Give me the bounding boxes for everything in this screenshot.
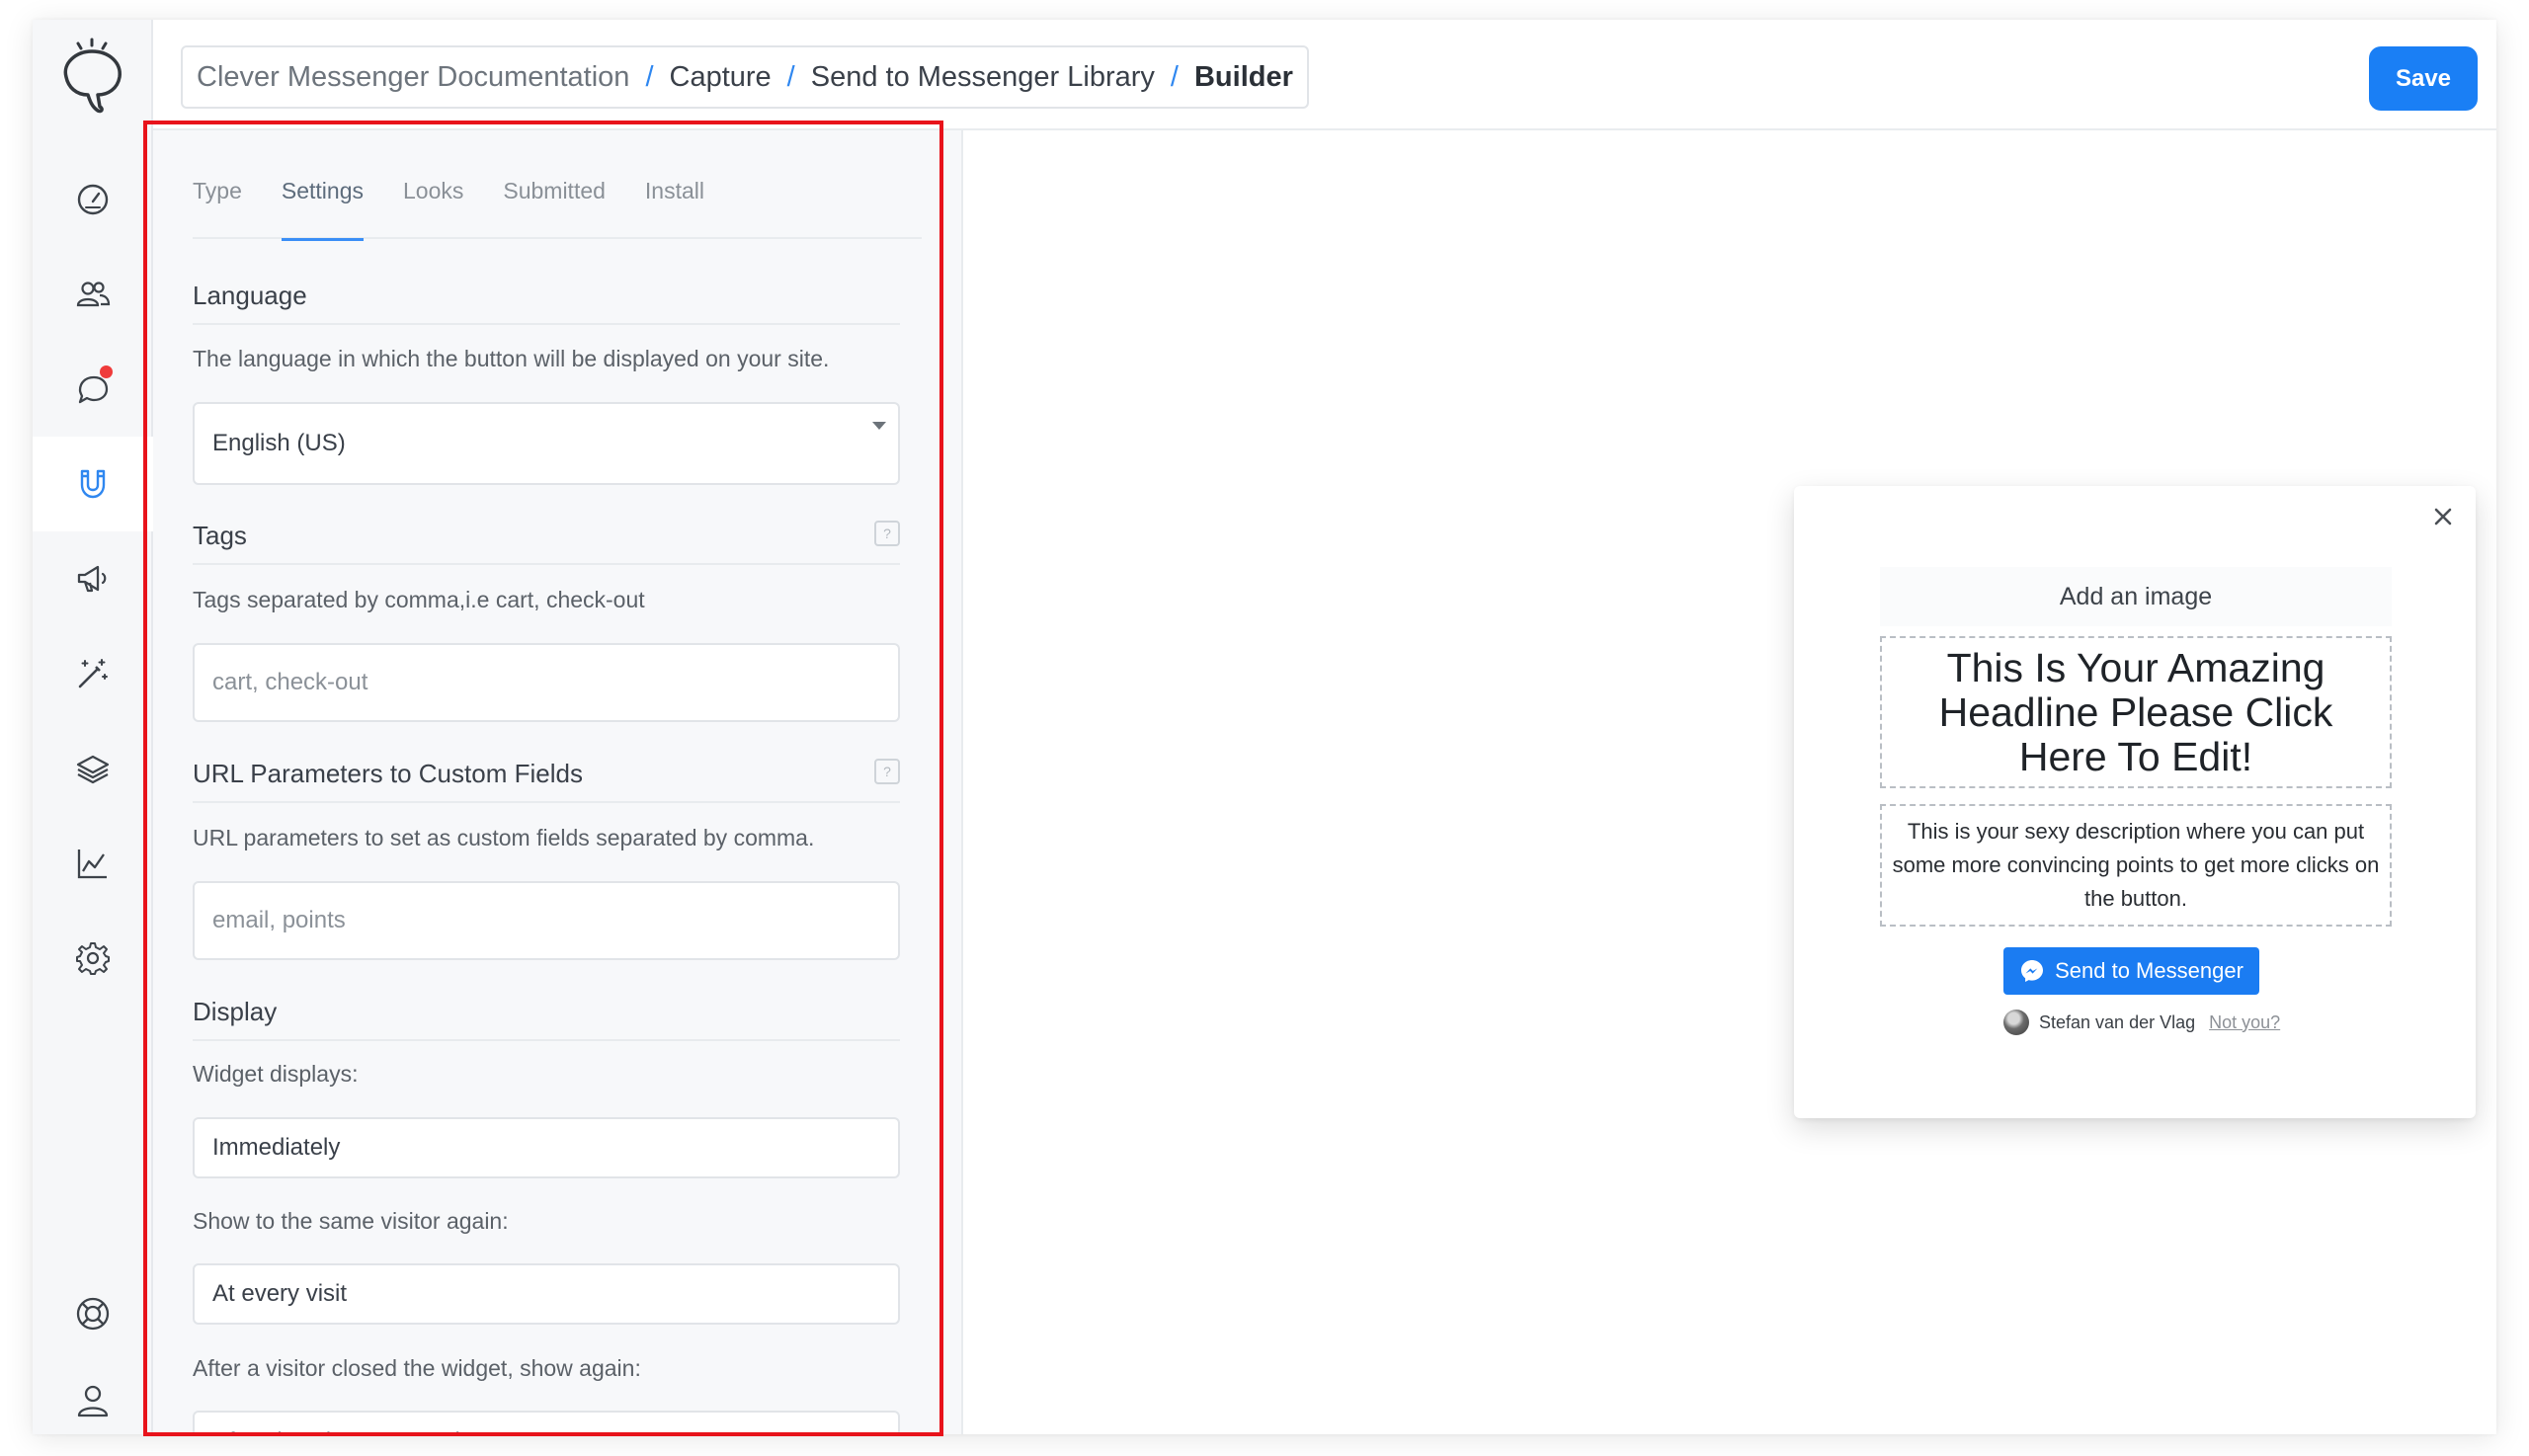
- sidebar-item-inbox[interactable]: [33, 342, 153, 437]
- top-header: Clever Messenger Documentation / Capture…: [153, 20, 2496, 130]
- tags-title-text: Tags: [193, 521, 247, 550]
- after-close-select[interactable]: After days have passed:: [193, 1411, 900, 1434]
- dashboard-gauge-icon: [77, 184, 109, 215]
- sidebar-item-settings[interactable]: [33, 911, 153, 1006]
- send-to-messenger-button[interactable]: Send to Messenger: [2003, 947, 2259, 995]
- avatar: [2003, 1010, 2029, 1035]
- breadcrumb-item[interactable]: Capture: [670, 61, 772, 94]
- settings-panel: Type Settings Looks Submitted Install La…: [153, 130, 963, 1434]
- gear-icon: [76, 942, 110, 975]
- url-params-title-text: URL Parameters to Custom Fields: [193, 759, 583, 788]
- tab-submitted[interactable]: Submitted: [503, 130, 606, 239]
- sidebar-item-sequences[interactable]: [33, 721, 153, 816]
- save-button[interactable]: Save: [2369, 46, 2478, 111]
- sidebar-item-dashboard[interactable]: [33, 152, 153, 247]
- url-params-section-title: URL Parameters to Custom Fields ?: [193, 759, 900, 803]
- magnet-icon: [80, 469, 106, 499]
- widget-preview: Add an image This Is Your Amazing Headli…: [1794, 486, 2476, 1118]
- app-window: Clever Messenger Documentation / Capture…: [33, 20, 2496, 1434]
- breadcrumb-current: Builder: [1193, 60, 1293, 93]
- breadcrumb-separator: /: [645, 60, 654, 93]
- messenger-icon: [2021, 960, 2044, 982]
- breadcrumb-separator: /: [786, 60, 795, 93]
- display-title-text: Display: [193, 997, 278, 1026]
- tags-input[interactable]: cart, check-out: [193, 643, 900, 722]
- widget-headline[interactable]: This Is Your Amazing Headline Please Cli…: [1880, 636, 2392, 788]
- tab-install[interactable]: Install: [645, 130, 704, 239]
- tags-help-icon[interactable]: ?: [874, 521, 900, 546]
- widget-description[interactable]: This is your sexy description where you …: [1880, 804, 2392, 927]
- notification-badge: [100, 365, 113, 378]
- analytics-chart-icon: [77, 849, 107, 879]
- messenger-user-line: Stefan van der Vlag Not you?: [2003, 1008, 2280, 1037]
- display-section-title: Display: [193, 997, 900, 1041]
- sidebar-item-profile[interactable]: [33, 1353, 153, 1434]
- widget-displays-label: Widget displays:: [193, 1061, 359, 1087]
- not-you-link[interactable]: Not you?: [2209, 1012, 2280, 1033]
- show-again-select[interactable]: At every visit: [193, 1263, 900, 1325]
- users-icon: [76, 282, 111, 307]
- breadcrumb-separator: /: [1170, 60, 1179, 93]
- breadcrumb: Clever Messenger Documentation / Capture…: [181, 45, 1309, 109]
- tab-settings[interactable]: Settings: [281, 130, 365, 241]
- sidebar-item-users[interactable]: [33, 247, 153, 342]
- language-select-value: English (US): [212, 430, 346, 456]
- sidebar-item-automation[interactable]: [33, 626, 153, 721]
- add-image-placeholder[interactable]: Add an image: [1880, 567, 2392, 626]
- language-section-title: Language: [193, 281, 900, 325]
- url-params-description: URL parameters to set as custom fields s…: [193, 825, 815, 850]
- send-to-messenger-label: Send to Messenger: [2055, 958, 2243, 983]
- after-close-label: After a visitor closed the widget, show …: [193, 1355, 641, 1381]
- language-description: The language in which the button will be…: [193, 346, 830, 371]
- builder-tabs: Type Settings Looks Submitted Install: [193, 130, 922, 241]
- sidebar-item-capture[interactable]: [33, 437, 153, 531]
- widget-displays-select[interactable]: Immediately: [193, 1117, 900, 1178]
- show-again-label: Show to the same visitor again:: [193, 1208, 509, 1234]
- chevron-down-icon: [872, 422, 886, 430]
- breadcrumb-item[interactable]: Clever Messenger Documentation: [197, 61, 629, 94]
- clever-messenger-logo[interactable]: [52, 36, 131, 122]
- tags-description: Tags separated by comma,i.e cart, check-…: [193, 587, 645, 612]
- user-profile-icon: [77, 1385, 109, 1417]
- tab-type[interactable]: Type: [193, 130, 242, 239]
- language-select[interactable]: English (US): [193, 402, 900, 485]
- url-params-input[interactable]: email, points: [193, 881, 900, 960]
- tab-looks[interactable]: Looks: [403, 130, 463, 239]
- url-params-help-icon[interactable]: ?: [874, 759, 900, 784]
- messenger-user-name: Stefan van der Vlag: [2039, 1011, 2196, 1032]
- megaphone-icon: [77, 565, 107, 593]
- sidebar-item-broadcast[interactable]: [33, 531, 153, 626]
- sidebar-item-help[interactable]: [33, 1266, 153, 1361]
- tags-section-title: Tags ?: [193, 521, 900, 565]
- breadcrumb-item[interactable]: Send to Messenger Library: [811, 61, 1155, 94]
- sidebar-item-analytics[interactable]: [33, 816, 153, 911]
- layers-icon: [76, 755, 110, 784]
- sidebar: [33, 20, 153, 1434]
- close-icon[interactable]: [2428, 502, 2458, 531]
- language-title-text: Language: [193, 281, 307, 310]
- magic-wand-icon: [78, 659, 108, 688]
- help-lifebuoy-icon: [76, 1297, 110, 1331]
